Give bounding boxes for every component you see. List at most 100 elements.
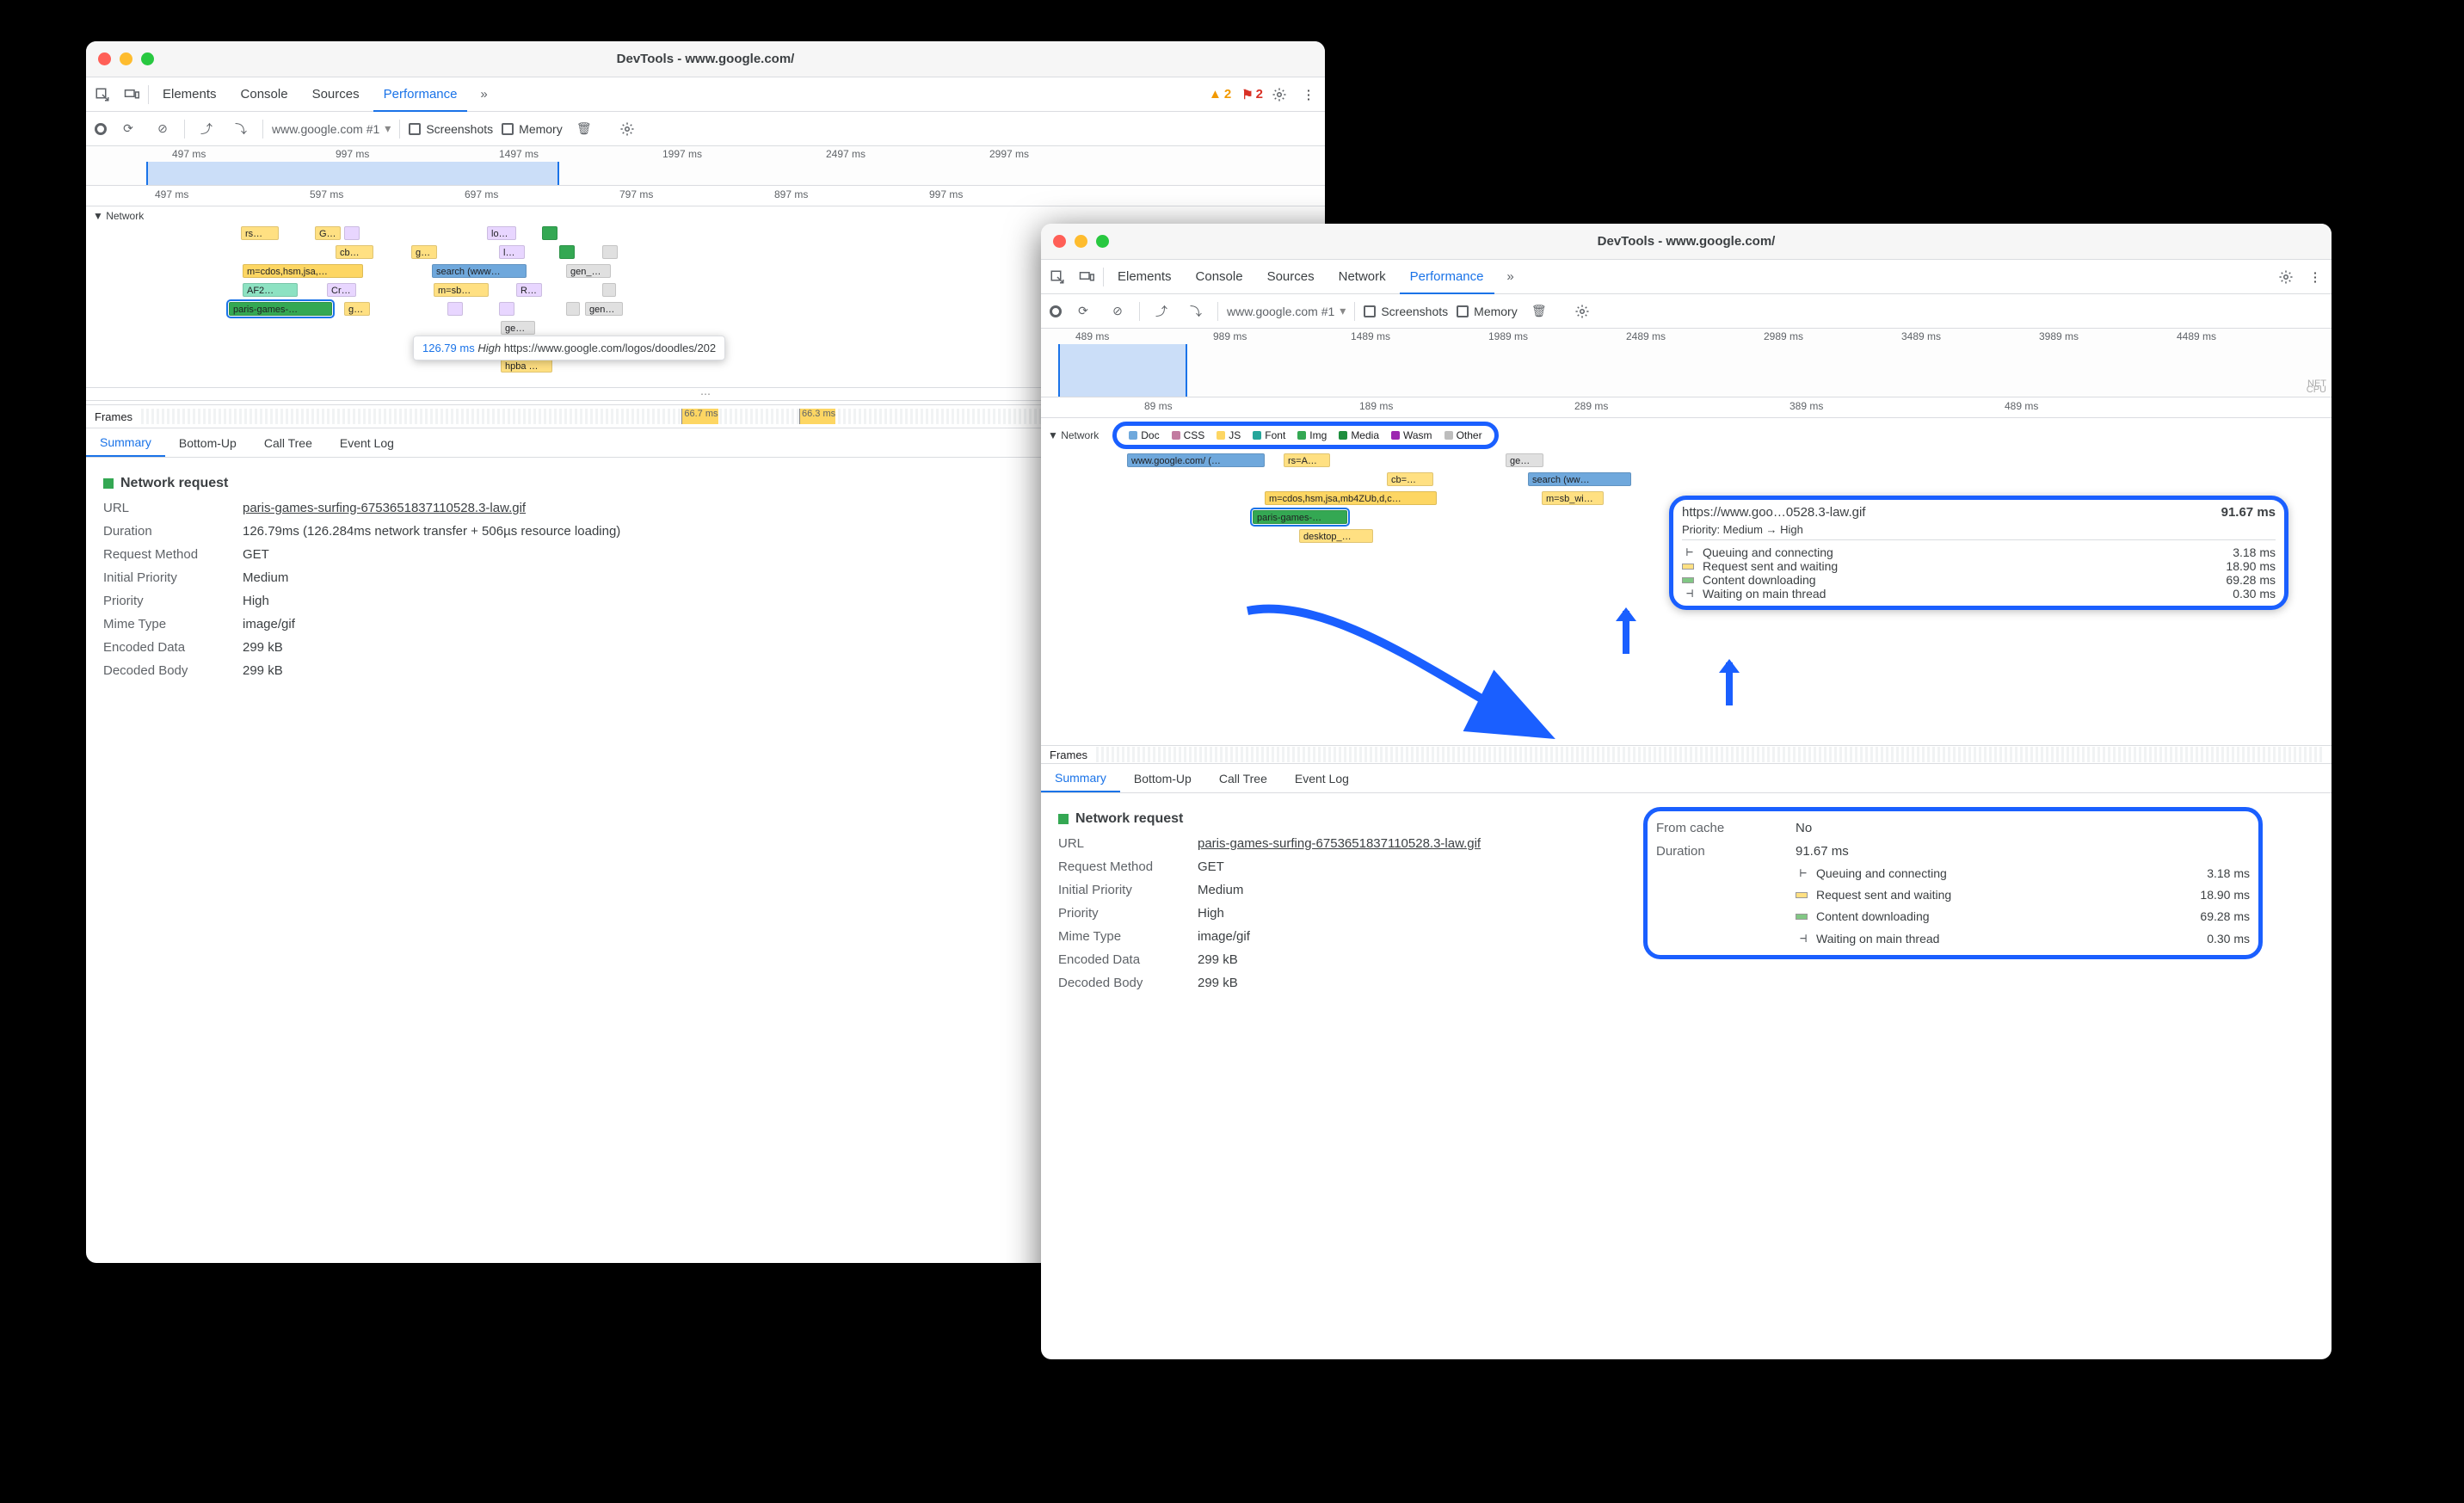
url-link[interactable]: paris-games-surfing-6753651837110528.3-l… [243,496,526,520]
net-segment[interactable] [542,226,557,240]
net-segment[interactable]: m=cdos,hsm,jsa,… [243,264,363,278]
net-segment[interactable]: paris-games-… [229,302,332,316]
net-segment[interactable]: AF2… [243,283,298,297]
minimize-button[interactable] [120,52,132,65]
net-segment[interactable] [447,302,463,316]
net-segment[interactable]: ge… [1506,453,1543,467]
close-button[interactable] [98,52,111,65]
url-link[interactable]: paris-games-surfing-6753651837110528.3-l… [1198,832,1481,855]
net-segment[interactable]: R… [516,283,542,297]
download-icon[interactable]: ⤵ [1183,299,1209,324]
net-segment[interactable]: rs… [241,226,279,240]
tab-summary[interactable]: Summary [1041,764,1120,792]
net-segment[interactable]: www.google.com/ (… [1127,453,1265,467]
check-screenshots[interactable]: Screenshots [1364,305,1448,318]
net-segment[interactable]: search (www… [432,264,527,278]
kebab-icon[interactable]: ⋮ [2302,264,2328,290]
network-toggle[interactable]: ▼ Network [86,208,1325,224]
network-toggle[interactable]: ▼ Network [1048,429,1099,441]
net-segment[interactable] [566,302,580,316]
close-button[interactable] [1053,235,1066,248]
net-segment[interactable]: Cr… [327,283,356,297]
tab-console[interactable]: Console [231,77,299,111]
net-segment[interactable]: hpba … [501,359,552,373]
legend-item[interactable]: Font [1253,429,1285,441]
more-tabs-icon[interactable]: » [1498,264,1524,290]
tab-elements[interactable]: Elements [1107,260,1182,293]
minimize-button[interactable] [1075,235,1087,248]
zoom-button[interactable] [141,52,154,65]
overview-timeline[interactable]: CPU NET 489 ms989 ms1489 ms1989 ms2489 m… [1041,329,2332,397]
record-button[interactable] [95,123,107,135]
net-segment[interactable]: search (ww… [1528,472,1631,486]
clear-icon[interactable]: ⊘ [1105,299,1130,324]
reload-icon[interactable]: ⟳ [115,116,141,142]
overview-timeline[interactable]: 497 ms997 ms1497 ms1997 ms2497 ms2997 ms [86,146,1325,186]
issues-badge[interactable]: ⚑ 2 [1241,87,1263,102]
clear-icon[interactable]: ⊘ [150,116,176,142]
net-segment[interactable] [602,245,618,259]
gc-icon[interactable]: 🗑 [571,116,597,142]
net-segment[interactable]: cb=… [1387,472,1433,486]
net-segment[interactable]: lo… [487,226,516,240]
net-segment[interactable]: m=sb_wi… [1542,491,1604,505]
inspect-icon[interactable] [1044,264,1070,290]
net-segment[interactable]: gen… [585,302,623,316]
inspect-icon[interactable] [89,82,115,108]
net-segment[interactable]: l… [499,245,525,259]
url-select[interactable]: www.google.com #1 ▾ [272,121,391,136]
tab-performance[interactable]: Performance [1400,261,1494,294]
warnings-badge[interactable]: ▲ 2 [1209,87,1231,102]
tab-console[interactable]: Console [1186,260,1254,293]
url-select[interactable]: www.google.com #1 ▾ [1227,304,1346,318]
legend-item[interactable]: JS [1217,429,1241,441]
perf-settings-icon[interactable] [1569,299,1595,324]
net-segment[interactable]: G… [315,226,341,240]
tab-calltree[interactable]: Call Tree [250,428,326,457]
net-segment[interactable]: cb… [336,245,373,259]
tab-sources[interactable]: Sources [302,77,370,111]
tab-eventlog[interactable]: Event Log [326,428,408,457]
flame-ruler[interactable]: 89 ms189 ms289 ms389 ms489 ms [1041,397,2332,418]
net-segment[interactable]: rs=A… [1284,453,1330,467]
reload-icon[interactable]: ⟳ [1070,299,1096,324]
kebab-icon[interactable]: ⋮ [1296,82,1321,108]
upload-icon[interactable]: ⤴ [194,116,219,142]
download-icon[interactable]: ⤵ [228,116,254,142]
net-segment[interactable] [344,226,360,240]
check-memory[interactable]: Memory [502,122,563,136]
legend-item[interactable]: Wasm [1391,429,1432,441]
tab-performance[interactable]: Performance [373,78,468,112]
net-segment[interactable]: g… [344,302,370,316]
legend-item[interactable]: Media [1339,429,1379,441]
net-segment[interactable]: desktop_… [1299,529,1373,543]
settings-icon[interactable] [2273,264,2299,290]
tab-summary[interactable]: Summary [86,428,165,457]
upload-icon[interactable]: ⤴ [1149,299,1174,324]
tab-sources[interactable]: Sources [1257,260,1325,293]
net-segment[interactable] [559,245,575,259]
net-segment[interactable] [499,302,514,316]
tab-network[interactable]: Network [1328,260,1396,293]
legend-item[interactable]: Doc [1129,429,1159,441]
net-segment[interactable]: gen_… [566,264,611,278]
check-screenshots[interactable]: Screenshots [409,122,493,136]
net-segment[interactable]: m=cdos,hsm,jsa,mb4ZUb,d,c… [1265,491,1437,505]
more-tabs-icon[interactable]: » [471,82,496,108]
net-segment[interactable] [602,283,616,297]
net-segment[interactable]: g… [411,245,437,259]
flame-ruler[interactable]: 497 ms597 ms697 ms797 ms897 ms997 ms [86,186,1325,206]
perf-settings-icon[interactable] [614,116,640,142]
legend-item[interactable]: Img [1297,429,1327,441]
tab-elements[interactable]: Elements [152,77,227,111]
gc-icon[interactable]: 🗑 [1526,299,1552,324]
device-toggle-icon[interactable] [119,82,145,108]
net-segment[interactable]: paris-games-… [1253,510,1347,524]
settings-icon[interactable] [1266,82,1292,108]
zoom-button[interactable] [1096,235,1109,248]
legend-item[interactable]: CSS [1172,429,1205,441]
net-segment[interactable]: m=sb… [434,283,489,297]
record-button[interactable] [1050,305,1062,317]
tab-bottomup[interactable]: Bottom-Up [165,428,250,457]
legend-item[interactable]: Other [1445,429,1482,441]
